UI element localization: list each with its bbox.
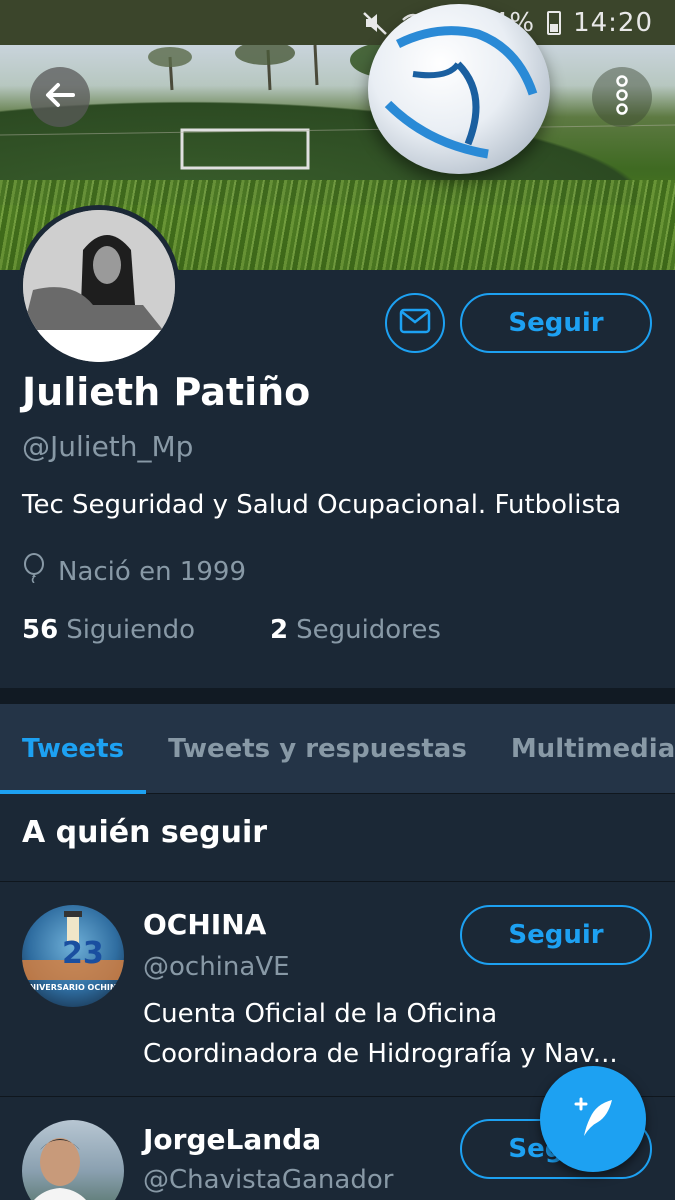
following-count: 56 (22, 615, 59, 645)
message-button[interactable] (385, 293, 445, 353)
suggestion-bio-line-1: Cuenta Oficial de la Oficina (143, 999, 498, 1029)
who-to-follow-title: A quién seguir (22, 815, 268, 850)
profile-bio: Tec Seguridad y Salud Ocupacional. Futbo… (22, 490, 622, 520)
compose-quill-icon (568, 1092, 618, 1146)
suggestion-name[interactable]: JorgeLanda (143, 1123, 321, 1156)
status-bar: 34% 14:20 (0, 0, 675, 45)
followers-stat[interactable]: 2 Seguidores (270, 615, 441, 645)
divider (0, 881, 675, 882)
more-options-button[interactable] (592, 67, 652, 127)
tab-tweets-and-replies[interactable]: Tweets y respuestas (146, 704, 489, 794)
tab-tweets[interactable]: Tweets (0, 704, 147, 794)
back-arrow-icon (43, 78, 77, 116)
following-label: Siguiendo (66, 615, 196, 645)
more-vertical-icon (615, 75, 629, 119)
display-name: Julieth Patiño (22, 370, 311, 414)
followers-count: 2 (270, 615, 289, 645)
ochina-avatar-caption: ANIVERSARIO OCHINA (23, 983, 123, 992)
ochina-avatar-number: 23 (62, 936, 104, 971)
envelope-icon (399, 308, 431, 338)
suggestion-handle: @ochinaVE (143, 952, 290, 982)
profile-handle: @Julieth_Mp (22, 430, 194, 463)
followers-label: Seguidores (296, 615, 441, 645)
follow-button[interactable]: Seguir (460, 293, 652, 353)
soccer-ball-image (368, 4, 550, 174)
avatar-photo (23, 210, 175, 362)
birth-text: Nació en 1999 (58, 556, 246, 587)
clock: 14:20 (573, 7, 653, 38)
birth-info: Nació en 1999 (22, 553, 246, 590)
suggestion-avatar-jorgelanda[interactable] (22, 1120, 124, 1200)
follow-button-ochina[interactable]: Seguir (460, 905, 652, 965)
suggestion-name[interactable]: OCHINA (143, 908, 266, 941)
suggestion-avatar-ochina[interactable]: 23 ANIVERSARIO OCHINA (22, 905, 124, 1007)
profile-tabs: Tweets Tweets y respuestas Multimedia (0, 704, 675, 794)
tab-media[interactable]: Multimedia (489, 704, 675, 794)
back-button[interactable] (30, 67, 90, 127)
section-separator (0, 688, 675, 704)
compose-tweet-button[interactable] (540, 1066, 646, 1172)
suggestion-bio: Cuenta Oficial de la Oficina Coordinador… (143, 994, 658, 1074)
profile-avatar[interactable] (18, 205, 180, 367)
balloon-icon (22, 553, 46, 590)
following-stat[interactable]: 56 Siguiendo (22, 615, 270, 645)
suggestion-handle: @ChavistaGanador (143, 1165, 394, 1195)
profile-stats: 56 Siguiendo 2 Seguidores (22, 615, 441, 645)
